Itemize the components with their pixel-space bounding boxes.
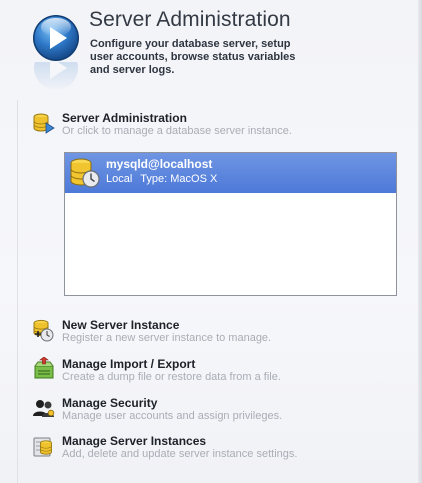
server-administration-item[interactable]: Server Administration Or click to manage… <box>32 111 332 141</box>
play-circle-icon <box>32 14 80 62</box>
new-server-instance-subtitle: Register a new server instance to manage… <box>62 332 272 344</box>
database-list-icon <box>32 434 56 458</box>
manage-server-instances-item[interactable]: Manage Server Instances Add, delete and … <box>32 434 332 464</box>
database-add-icon <box>32 318 56 342</box>
server-administration-panel: Server Administration Configure your dat… <box>0 0 422 483</box>
server-instance-list[interactable]: mysqld@localhost Local Type: MacOS X <box>64 152 397 296</box>
manage-import-export-subtitle: Create a dump file or restore data from … <box>62 371 281 383</box>
instance-name: mysqld@localhost <box>106 157 213 171</box>
server-administration-title: Server Administration <box>62 111 187 125</box>
instance-info: Local Type: MacOS X <box>106 173 225 185</box>
database-server-icon <box>32 111 56 135</box>
page-title: Server Administration <box>89 8 291 31</box>
server-administration-subtitle: Or click to manage a database server ins… <box>62 125 292 137</box>
new-server-instance-item[interactable]: New Server Instance Register a new serve… <box>32 318 332 348</box>
manage-server-instances-title: Manage Server Instances <box>62 434 207 448</box>
page-description: Configure your database server, setup us… <box>90 38 296 76</box>
manage-security-item[interactable]: Manage Security Manage user accounts and… <box>32 396 332 426</box>
manage-import-export-title: Manage Import / Export <box>62 357 196 371</box>
list-item-instance[interactable]: mysqld@localhost Local Type: MacOS X <box>65 153 396 193</box>
instance-location: Local <box>106 173 133 185</box>
divider <box>17 100 18 483</box>
manage-server-instances-subtitle: Add, delete and update server instance s… <box>62 448 298 460</box>
panel-edge <box>418 0 422 483</box>
manage-import-export-item[interactable]: Manage Import / Export Create a dump fil… <box>32 356 332 387</box>
manage-security-title: Manage Security <box>62 396 158 410</box>
database-clock-icon <box>69 157 101 189</box>
users-security-icon <box>32 396 56 420</box>
instance-type: Type: MacOS X <box>140 173 218 185</box>
import-export-icon <box>32 356 56 381</box>
new-server-instance-title: New Server Instance <box>62 318 180 332</box>
manage-security-subtitle: Manage user accounts and assign privileg… <box>62 410 283 422</box>
play-circle-icon-reflection <box>32 62 80 92</box>
